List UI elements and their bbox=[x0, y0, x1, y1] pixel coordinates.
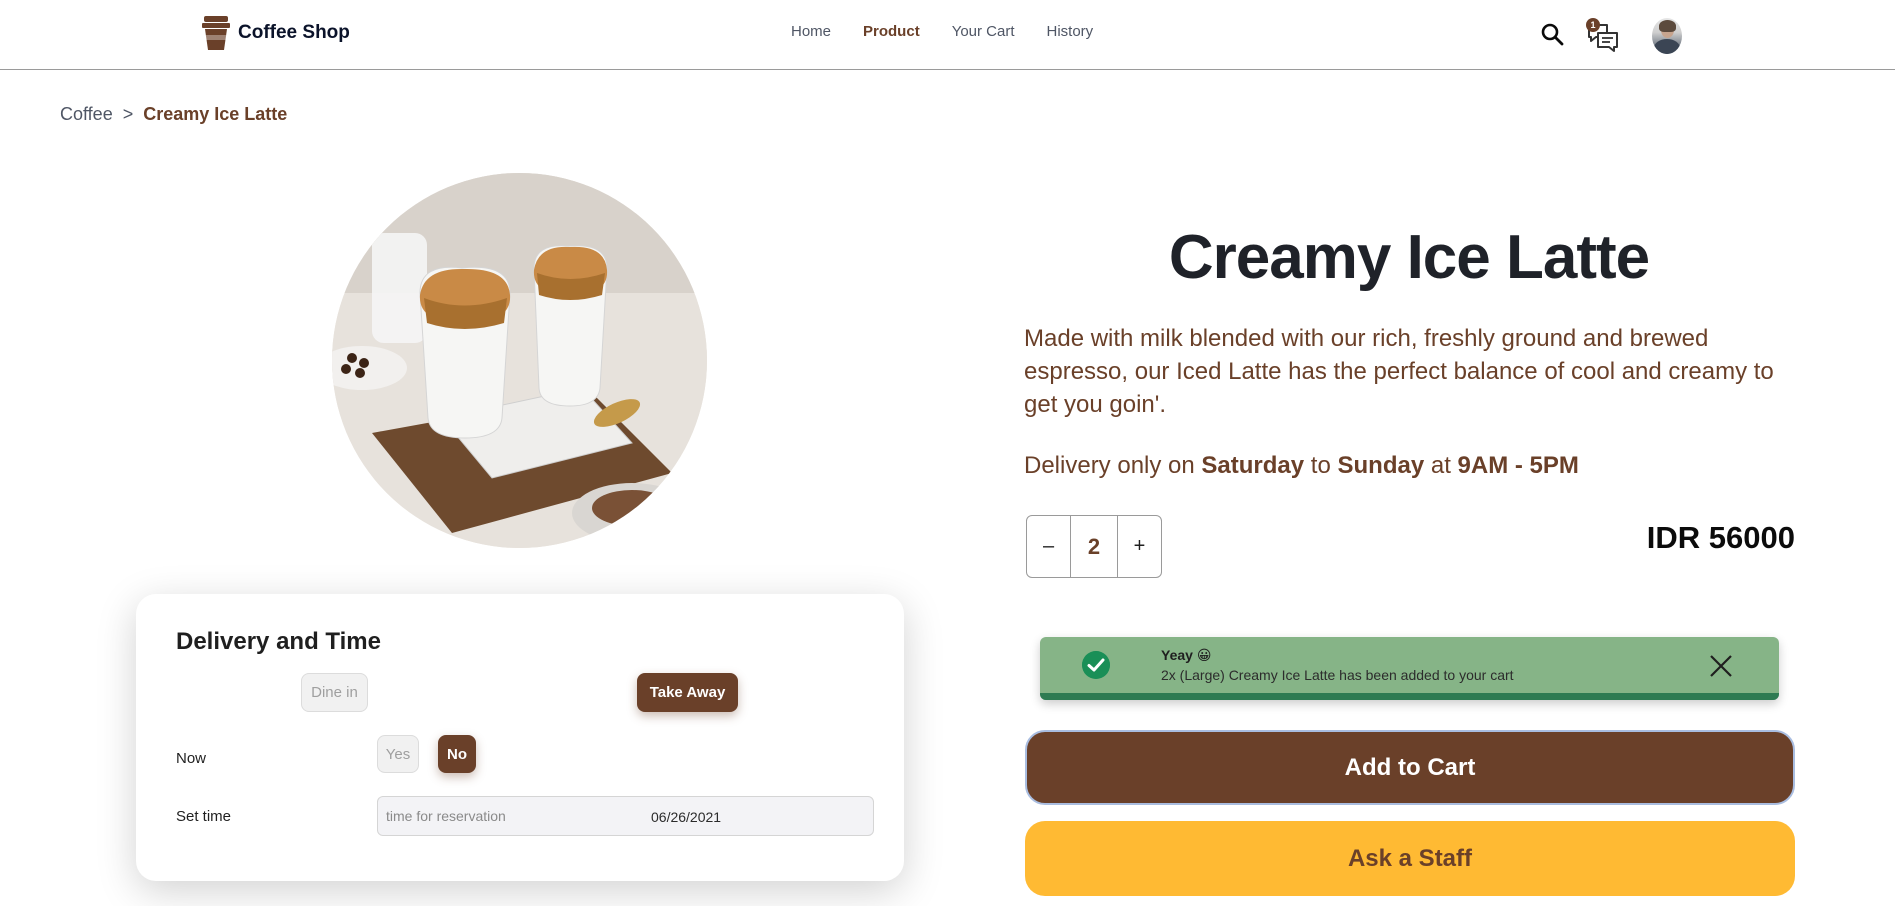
quantity-value: 2 bbox=[1071, 515, 1117, 578]
nav-home[interactable]: Home bbox=[791, 23, 831, 40]
search-icon[interactable] bbox=[1540, 22, 1564, 46]
brand-logo[interactable]: Coffee Shop bbox=[202, 16, 350, 50]
check-circle-icon bbox=[1082, 651, 1110, 679]
breadcrumb-separator: > bbox=[122, 104, 134, 124]
delivery-to: to bbox=[1310, 452, 1331, 479]
delivery-day-end: Sunday bbox=[1337, 452, 1425, 479]
ask-a-staff-button[interactable]: Ask a Staff bbox=[1025, 821, 1795, 896]
nav-history[interactable]: History bbox=[1047, 23, 1094, 40]
avatar[interactable] bbox=[1652, 18, 1682, 54]
quantity-stepper: – 2 + bbox=[1026, 515, 1162, 578]
coffee-cup-logo-icon bbox=[202, 16, 230, 50]
nav-your-cart[interactable]: Your Cart bbox=[952, 23, 1015, 40]
nav-product[interactable]: Product bbox=[863, 23, 920, 40]
added-to-cart-toast: Yeay 😀 2x (Large) Creamy Ice Latte has b… bbox=[1040, 637, 1779, 700]
top-header: Coffee Shop Home Product Your Cart Histo… bbox=[0, 0, 1895, 70]
product-title: Creamy Ice Latte bbox=[1168, 223, 1650, 292]
time-placeholder: time for reservation bbox=[386, 808, 506, 824]
add-to-cart-button[interactable]: Add to Cart bbox=[1025, 730, 1795, 805]
breadcrumb: Coffee > Creamy Ice Latte bbox=[60, 104, 287, 125]
delivery-hours: 9AM - 5PM bbox=[1457, 452, 1579, 479]
product-image bbox=[332, 173, 707, 548]
delivery-and-time-card: Delivery and Time Dine in Take Away Now … bbox=[136, 594, 904, 881]
delivery-schedule: Delivery only on Saturday to Sunday at 9… bbox=[1024, 452, 1579, 480]
toast-progress-bar bbox=[1040, 693, 1779, 700]
now-yes-option[interactable]: Yes bbox=[377, 735, 419, 773]
delivery-prefix: Delivery only on bbox=[1024, 452, 1195, 479]
delivery-at: at bbox=[1430, 452, 1451, 479]
latte-photo bbox=[332, 173, 707, 548]
delivery-card-title: Delivery and Time bbox=[176, 628, 381, 655]
now-label: Now bbox=[176, 750, 207, 767]
set-time-label: Set time bbox=[176, 808, 232, 825]
reservation-time-input[interactable]: time for reservation 06/26/2021 bbox=[377, 796, 874, 836]
product-description: Made with milk blended with our rich, fr… bbox=[1024, 325, 1774, 418]
increase-quantity-button[interactable]: + bbox=[1117, 515, 1162, 578]
brand-name: Coffee Shop bbox=[238, 22, 350, 43]
breadcrumb-current: Creamy Ice Latte bbox=[143, 104, 288, 124]
reservation-date-value: 06/26/2021 bbox=[651, 809, 722, 825]
toast-message: 2x (Large) Creamy Ice Latte has been add… bbox=[1161, 667, 1514, 683]
breadcrumb-parent[interactable]: Coffee bbox=[60, 104, 113, 125]
decrease-quantity-button[interactable]: – bbox=[1026, 515, 1071, 578]
close-icon[interactable] bbox=[1708, 653, 1734, 679]
product-price: IDR 56000 bbox=[1646, 520, 1795, 555]
header-actions: 1 bbox=[1540, 18, 1685, 58]
delivery-day-start: Saturday bbox=[1201, 452, 1305, 479]
take-away-option[interactable]: Take Away bbox=[637, 673, 738, 712]
main-nav: Home Product Your Cart History bbox=[791, 23, 1093, 40]
toast-title: Yeay 😀 bbox=[1161, 647, 1212, 663]
chat-notification-badge: 1 bbox=[1586, 18, 1600, 32]
now-no-option[interactable]: No bbox=[438, 735, 476, 773]
dine-in-option[interactable]: Dine in bbox=[301, 673, 368, 712]
